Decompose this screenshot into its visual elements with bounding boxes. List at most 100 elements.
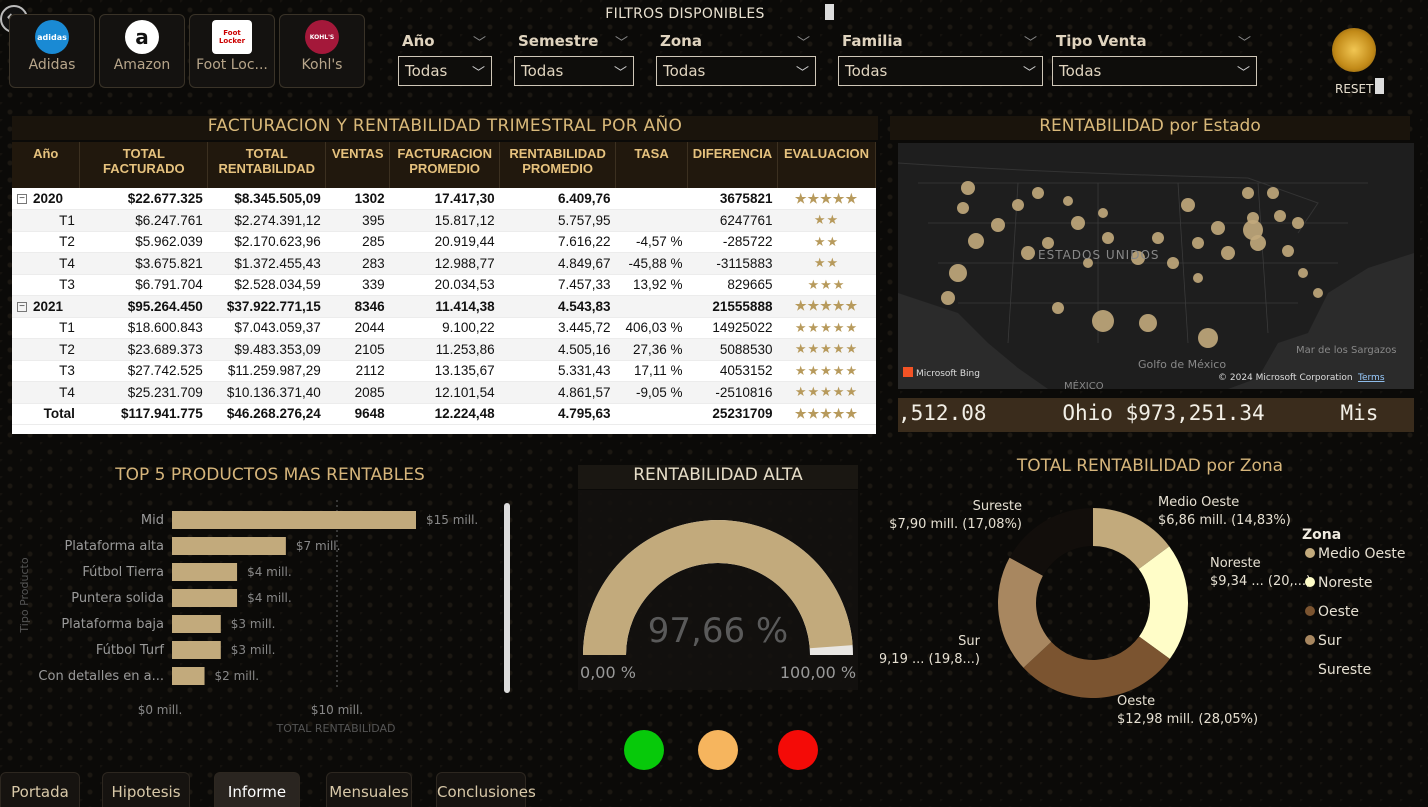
state-bubble[interactable] [1221,246,1235,260]
chevron-down-icon[interactable]: ﹀ [1238,32,1251,51]
filter-select-semestre[interactable]: Todas ﹀ [514,56,634,86]
column-header[interactable]: FACTURACION PROMEDIO [389,142,501,188]
legend-item[interactable]: Medio Oeste [1318,546,1406,562]
state-bubble[interactable] [1211,221,1225,235]
footlocker-logo-text: Foot Locker [218,29,246,45]
state-bubble[interactable] [961,181,975,195]
state-bubble[interactable] [968,233,984,249]
bar[interactable] [172,667,205,685]
cell-text: -3115883 [716,255,773,271]
chevron-down-icon[interactable]: ﹀ [797,32,810,51]
legend-item[interactable]: Sureste [1318,662,1371,678]
reset-refresh-icon[interactable] [1332,28,1376,72]
bar[interactable] [172,589,238,607]
state-bubble[interactable] [1063,196,1073,206]
state-bubble[interactable] [1193,273,1203,283]
column-header[interactable]: VENTAS [325,142,391,188]
state-bubble[interactable] [1012,199,1024,211]
state-bubble[interactable] [1092,310,1114,332]
column-header[interactable]: Año [12,142,81,188]
bar[interactable] [172,537,286,555]
state-map[interactable]: ESTADOS UNIDOS Golfo de México MÉXICO Ma… [898,143,1414,389]
state-bubble[interactable] [1032,187,1044,199]
state-bubble[interactable] [1242,187,1254,199]
bar[interactable] [172,615,221,633]
table-row: T4 $25.231.709 $10.136.371,40 2085 12.101,54… [12,381,876,404]
state-bubble[interactable] [1267,187,1279,199]
brand-button-amazon[interactable]: a Amazon [99,14,185,88]
state-bubble[interactable] [991,218,1005,232]
chevron-down-icon[interactable]: ﹀ [615,32,628,51]
state-bubble[interactable] [941,291,955,305]
x-tick-0: $0 mill. [138,703,183,717]
cell-text: 4053152 [719,363,773,379]
filter-select-ano[interactable]: Todas ﹀ [398,56,492,86]
state-bubble[interactable] [1181,198,1195,212]
table-cell: $37.922.771,15 [207,295,326,318]
state-bubble[interactable] [1282,245,1294,257]
bar[interactable] [172,563,238,581]
filter-select-zona[interactable]: Todas ﹀ [656,56,816,86]
column-header[interactable]: RENTABILIDAD PROMEDIO [499,142,617,188]
state-bubble[interactable] [1152,232,1164,244]
cell-text: 339 [362,277,385,293]
chevron-down-icon: ﹀ [471,66,485,81]
cell-text: 12.988,77 [434,255,495,271]
chevron-down-icon[interactable]: ﹀ [1024,32,1037,51]
category-label: Plataforma alta [64,539,164,554]
tab-informe[interactable]: Informe [214,772,300,807]
bar[interactable] [172,641,221,659]
state-bubble[interactable] [1243,220,1263,240]
brand-label: Adidas [28,57,76,73]
column-header[interactable]: TASA [615,142,688,188]
state-bubble[interactable] [957,202,969,214]
column-header[interactable]: EVALUACION [777,142,876,188]
state-bubble[interactable] [1198,328,1218,348]
table-cell: $95.264.450 [79,295,208,318]
state-bubble[interactable] [1098,208,1108,218]
legend-item[interactable]: Sur [1318,633,1342,649]
state-bubble[interactable] [1292,217,1304,229]
column-header[interactable]: TOTAL FACTURADO [79,142,209,188]
sargasso-label: Mar de los Sargazos [1296,345,1396,356]
reset-handle[interactable] [1375,78,1384,94]
collapse-icon[interactable]: − [17,194,27,205]
state-bubble[interactable] [1274,210,1286,222]
terms-link[interactable]: Terms [1357,373,1385,383]
y-axis-label: Tipo Producto [18,557,31,633]
chart-scrollbar[interactable] [504,503,510,693]
state-bubble[interactable] [949,264,967,282]
legend-item[interactable]: Noreste [1318,575,1373,591]
scroll-handle[interactable] [825,4,834,20]
collapse-icon[interactable]: − [17,302,27,313]
table-cell: 15.817,12 [389,209,500,232]
bar[interactable] [172,511,416,529]
state-bubble[interactable] [1102,232,1114,244]
legend-item[interactable]: Oeste [1318,604,1359,620]
filter-select-familia[interactable]: Todas ﹀ [838,56,1043,86]
state-bubble[interactable] [1052,302,1064,314]
amazon-logo-text: a [135,25,149,49]
column-header[interactable]: TOTAL RENTABILIDAD [207,142,327,188]
tab-hipotesis[interactable]: Hipotesis [102,772,190,807]
brand-button-kohls[interactable]: KOHL'S Kohl's [279,14,365,88]
brand-button-footlocker[interactable]: Foot Locker Foot Loc... [189,14,275,88]
data-label: $15 mill. [426,513,478,527]
state-bubble[interactable] [1167,257,1179,269]
state-bubble[interactable] [1313,288,1323,298]
tab-conclusiones[interactable]: Conclusiones [436,772,536,807]
tab-mensuales[interactable]: Mensuales [326,772,412,807]
cell-text: T1 [59,320,75,336]
column-header[interactable]: DIFERENCIA [687,142,778,188]
filter-select-tipo-venta[interactable]: Todas ﹀ [1052,56,1257,86]
cell-text: $23.689.373 [127,341,203,357]
state-bubble[interactable] [1298,268,1308,278]
state-bubble[interactable] [1139,314,1157,332]
state-bubble[interactable] [1071,216,1085,230]
state-bubble[interactable] [1192,237,1204,249]
tab-portada[interactable]: Portada [0,772,80,807]
chevron-down-icon[interactable]: ﹀ [473,32,486,51]
state-bubble[interactable] [1021,246,1035,260]
brand-button-adidas[interactable]: adidas Adidas [9,14,95,88]
cell-text: 3.445,72 [558,320,611,336]
